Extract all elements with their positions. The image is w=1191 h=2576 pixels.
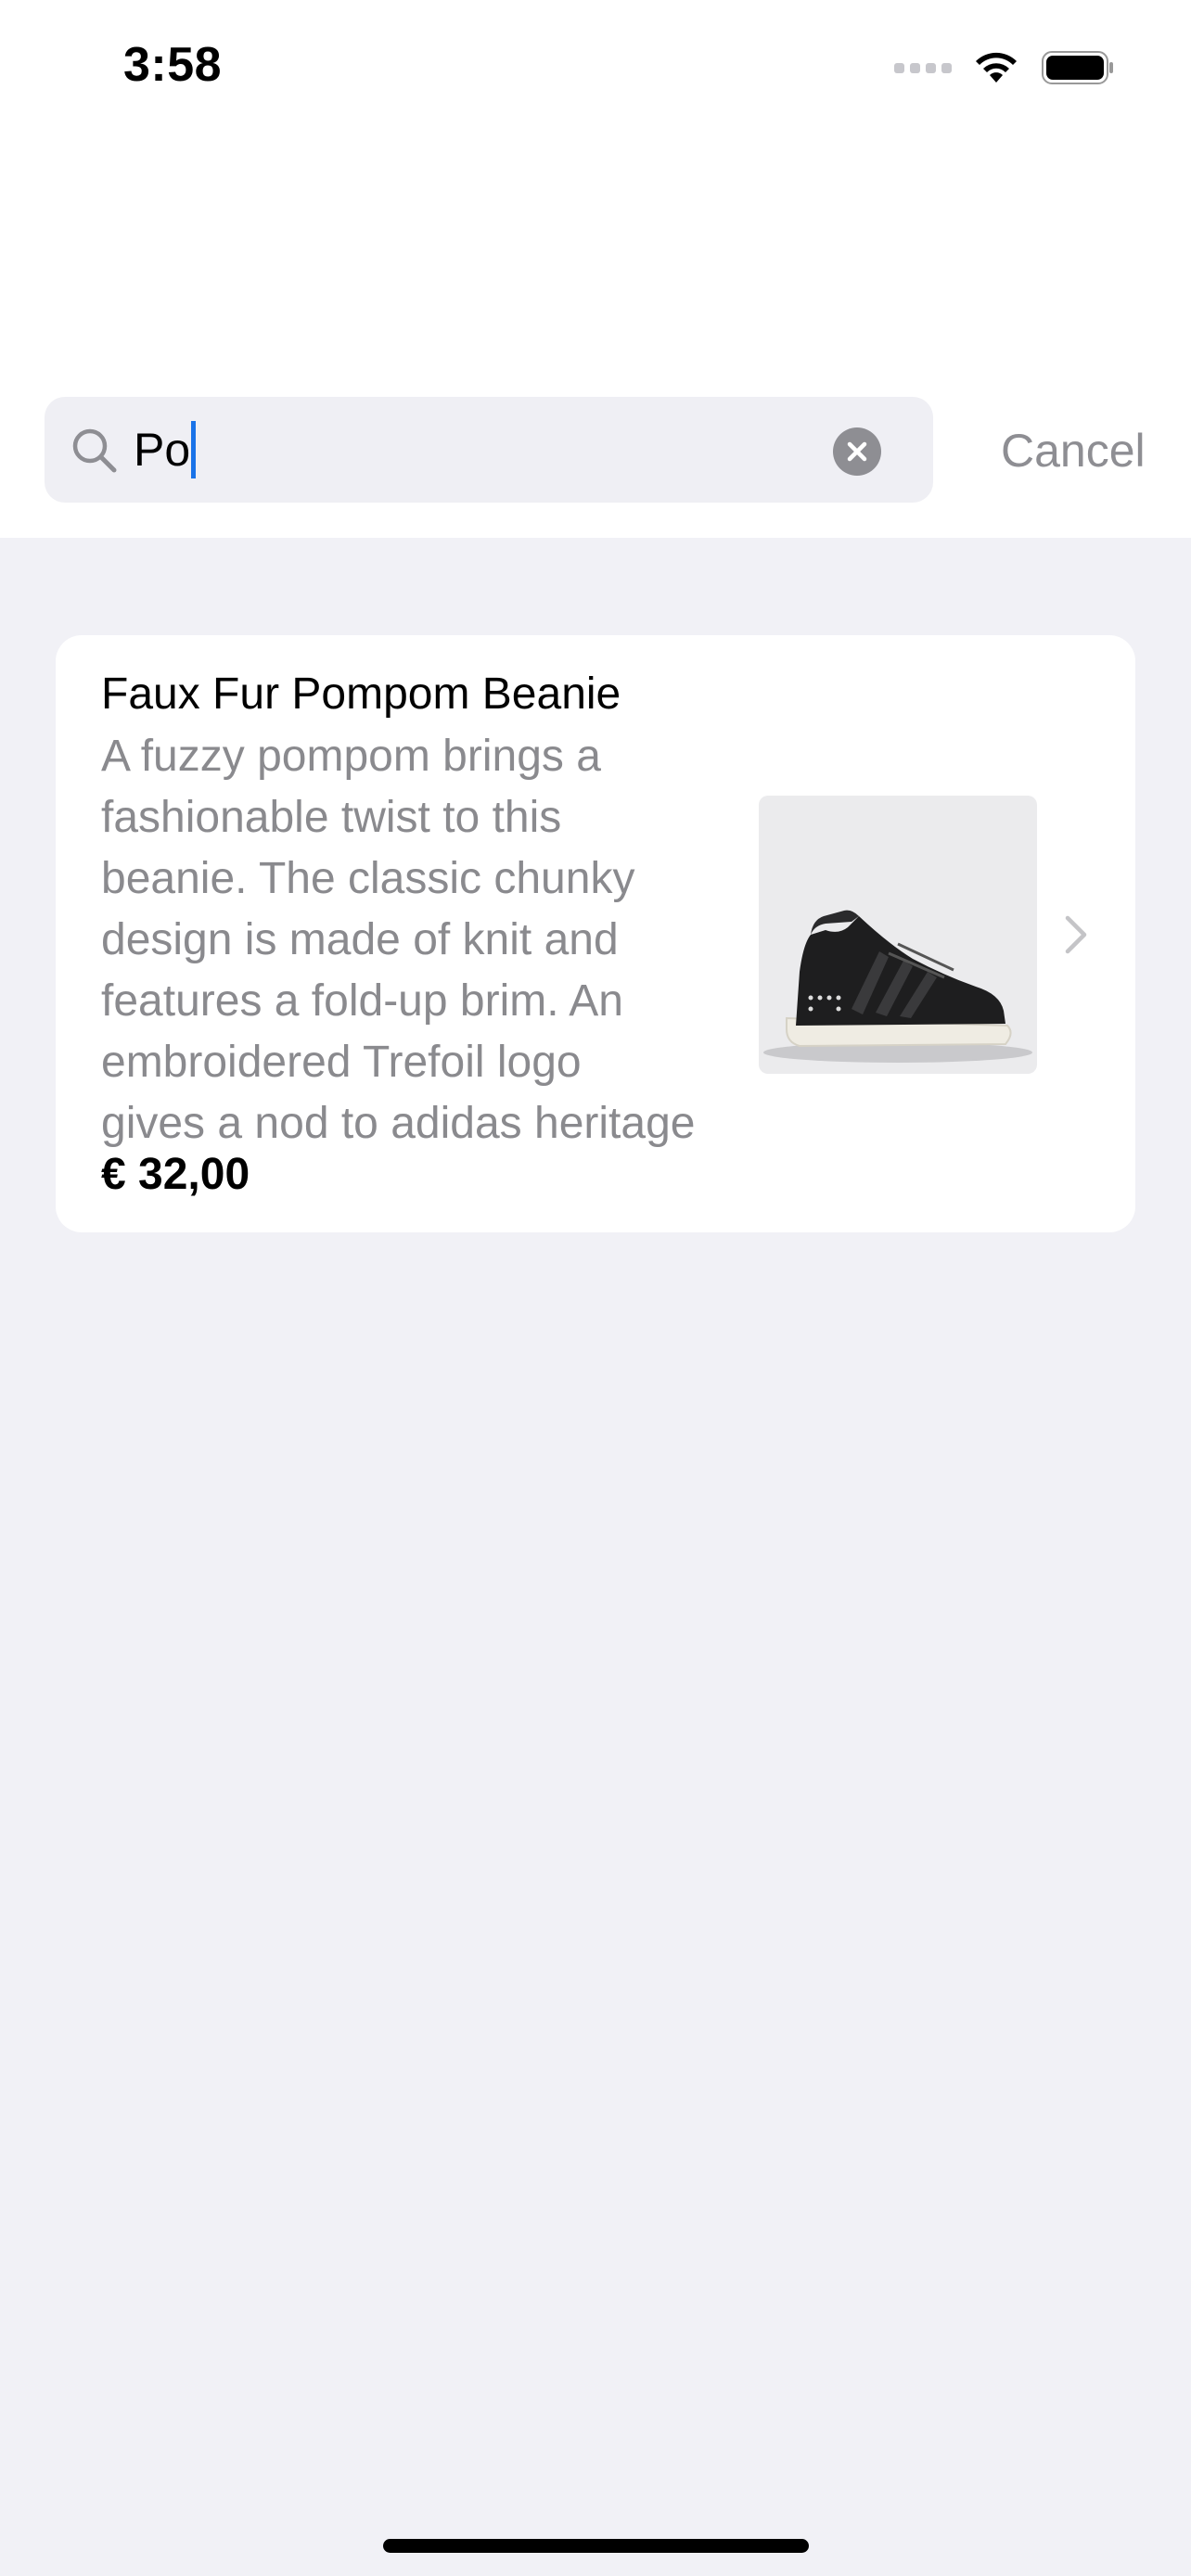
product-description: A fuzzy pompom brings a fashionable twis… bbox=[101, 732, 696, 1148]
sneaker-image bbox=[763, 910, 1032, 1063]
product-card[interactable]: Faux Fur Pompom Beanie A fuzzy pompom br… bbox=[56, 635, 1135, 1232]
clear-icon[interactable] bbox=[833, 427, 881, 476]
product-price: € 32,00 bbox=[101, 1150, 250, 1199]
header-area: 3:58 Po Cancel bbox=[0, 0, 1191, 538]
search-query-text: Po bbox=[134, 424, 191, 476]
product-title: Faux Fur Pompom Beanie bbox=[101, 670, 621, 719]
wifi-icon bbox=[976, 52, 1017, 83]
cancel-button[interactable]: Cancel bbox=[1001, 422, 1146, 479]
battery-icon bbox=[1042, 51, 1113, 84]
signal-icon bbox=[894, 62, 952, 73]
text-caret bbox=[191, 421, 197, 478]
status-time: 3:58 bbox=[123, 38, 223, 92]
status-icons bbox=[894, 46, 1115, 89]
search-input[interactable]: Po bbox=[134, 421, 197, 478]
product-image bbox=[759, 796, 1037, 1074]
search-icon bbox=[72, 428, 117, 473]
home-indicator[interactable] bbox=[383, 2539, 809, 2553]
search-field[interactable]: Po bbox=[45, 397, 933, 503]
chevron-right-icon bbox=[1065, 915, 1087, 954]
